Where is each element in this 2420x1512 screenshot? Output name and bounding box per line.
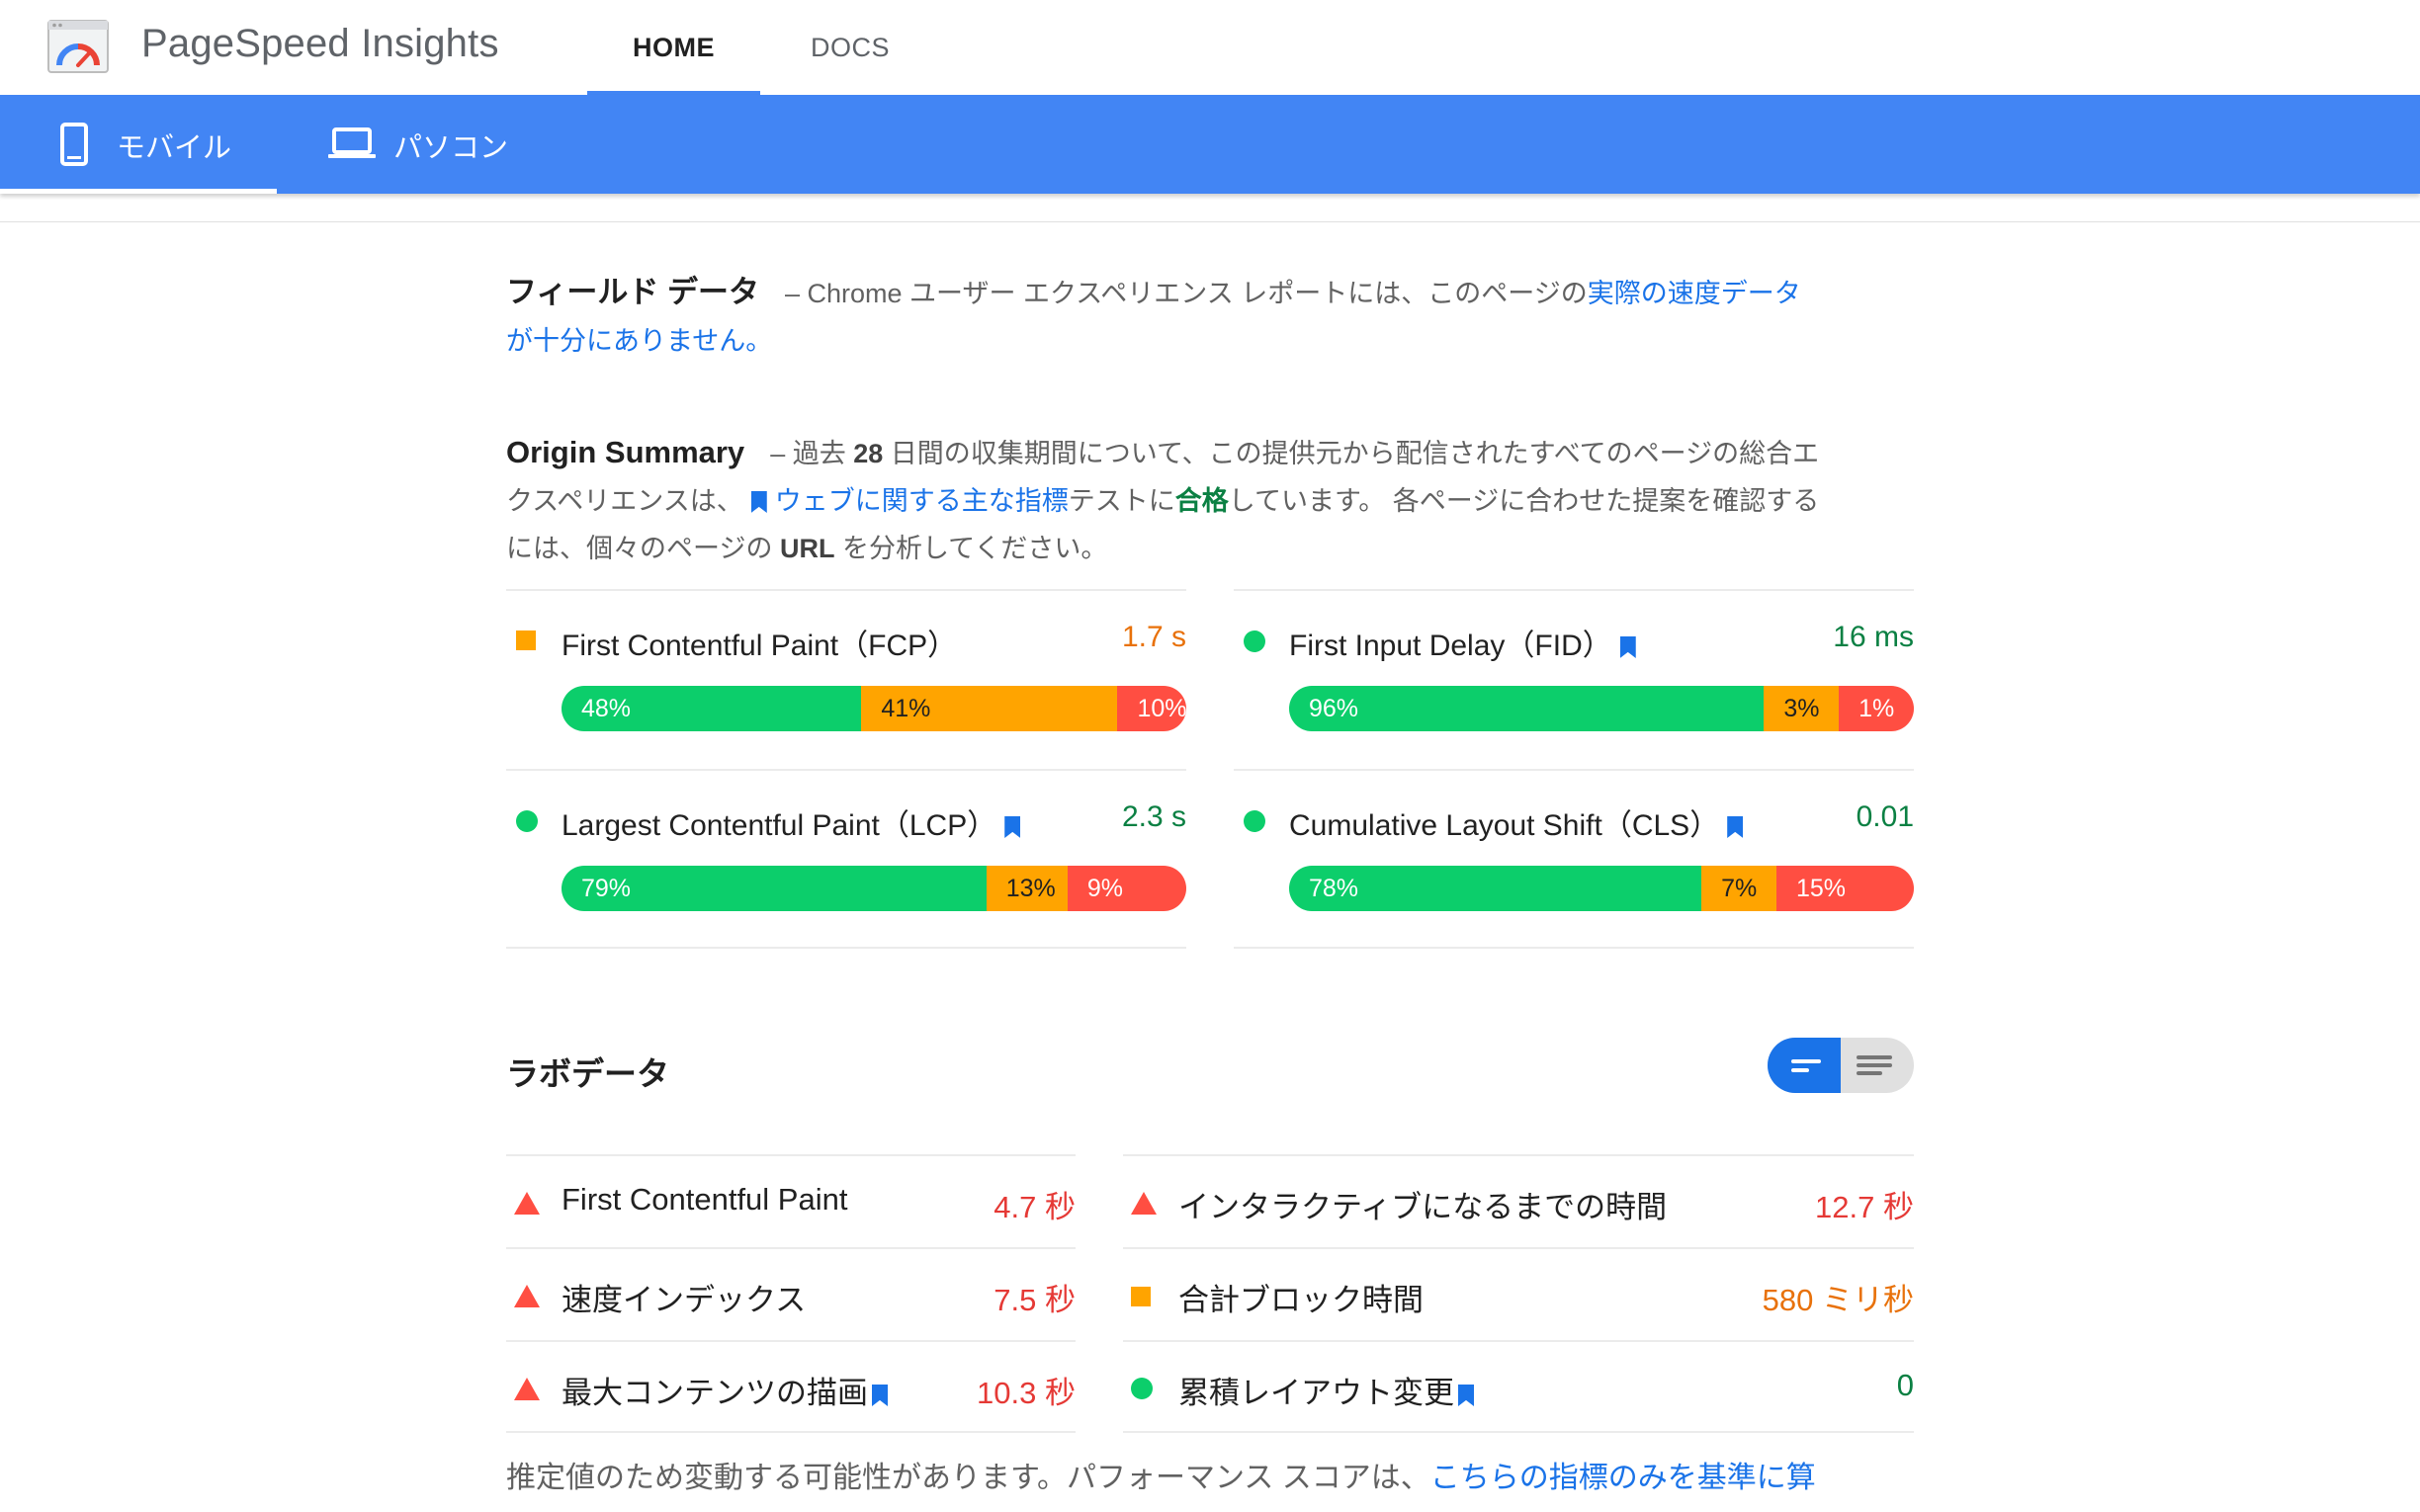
- tab-desktop[interactable]: パソコン: [306, 95, 563, 194]
- metric-name: Cumulative Layout Shift（CLS）: [1289, 800, 1751, 844]
- origin-days: 28: [853, 439, 884, 468]
- metric-lcp: Largest Contentful Paint（LCP） 2.3 s 79% …: [506, 769, 1186, 951]
- divider: [1234, 947, 1914, 949]
- metric-value: 2.3 s: [1121, 800, 1186, 833]
- lab-metric-name: 合計ブロック時間: [1178, 1283, 1424, 1317]
- bookmark-icon[interactable]: [872, 1385, 888, 1406]
- footnote-link[interactable]: こちらの指標のみを基準に算: [1430, 1462, 1816, 1494]
- segment-average: 3%: [1764, 686, 1840, 731]
- lab-metric-value: 10.3 秒: [977, 1376, 1076, 1410]
- poor-triangle-icon: [514, 1378, 540, 1400]
- metric-fid: First Input Delay（FID） 16 ms 96% 3% 1%: [1234, 589, 1914, 771]
- segment-good: 48%: [562, 686, 862, 731]
- pagespeed-logo-icon[interactable]: [47, 20, 109, 73]
- toggle-summary-view[interactable]: [1768, 1038, 1841, 1093]
- lab-metric-value: 7.5 秒: [994, 1283, 1076, 1317]
- origin-text-e: を分析してください。: [834, 534, 1108, 563]
- segment-poor: 9%: [1067, 866, 1186, 911]
- lab-metric-speed-index: 速度インデックス 7.5 秒: [506, 1247, 1076, 1340]
- segment-poor: 10%: [1117, 686, 1186, 731]
- bookmark-icon[interactable]: [1727, 816, 1744, 838]
- metric-name: Largest Contentful Paint（LCP）: [562, 800, 1028, 844]
- divider: [506, 947, 1186, 949]
- lab-metric-value: 4.7 秒: [994, 1190, 1076, 1224]
- divider: [506, 1431, 1076, 1433]
- distribution-bar: 96% 3% 1%: [1289, 686, 1914, 731]
- tab-mobile-label: モバイル: [117, 132, 232, 164]
- good-circle-icon: [1131, 1378, 1153, 1399]
- metric-cls: Cumulative Layout Shift（CLS） 0.01 78% 7%…: [1234, 769, 1914, 951]
- segment-average: 41%: [861, 686, 1118, 731]
- lab-data-heading: ラボデータ: [506, 1055, 669, 1092]
- poor-triangle-icon: [514, 1192, 540, 1215]
- segment-good: 96%: [1289, 686, 1765, 731]
- field-data-heading: フィールド データ: [506, 275, 759, 309]
- metric-value: 1.7 s: [1121, 621, 1186, 653]
- segment-good: 79%: [562, 866, 987, 911]
- origin-text-a: – 過去: [770, 439, 854, 468]
- lab-metric-tbt: 合計ブロック時間 580 ミリ秒: [1123, 1247, 1914, 1340]
- view-toggle[interactable]: [1768, 1038, 1914, 1093]
- footnote-text: 推定値のため変動する可能性があります。パフォーマンス スコアは、: [506, 1462, 1430, 1494]
- good-circle-icon: [1244, 630, 1265, 652]
- divider: [1123, 1431, 1914, 1433]
- lab-metric-name: 最大コンテンツの描画: [562, 1368, 896, 1412]
- lab-metric-name: 速度インデックス: [562, 1283, 807, 1317]
- lab-metric-value: 0: [1896, 1368, 1914, 1402]
- tab-desktop-label: パソコン: [393, 132, 509, 164]
- segment-average: 7%: [1701, 866, 1776, 911]
- origin-summary-section: Origin Summary – 過去 28 日間の収集期間について、この提供元か…: [506, 429, 1821, 572]
- average-square-icon: [516, 630, 536, 650]
- metric-name: First Contentful Paint（FCP）: [562, 630, 958, 662]
- lab-metric-cls: 累積レイアウト変更 0: [1123, 1340, 1914, 1433]
- segment-average: 13%: [986, 866, 1068, 911]
- device-tabs: モバイル パソコン: [0, 95, 2420, 194]
- good-circle-icon: [1244, 810, 1265, 832]
- distribution-bar: 48% 41% 10%: [562, 686, 1186, 731]
- laptop-icon: [328, 127, 376, 158]
- smartphone-icon: [60, 123, 88, 166]
- core-web-vitals-link[interactable]: ウェブに関する主な指標: [775, 486, 1069, 516]
- origin-summary-heading: Origin Summary: [506, 435, 745, 469]
- divider: [0, 221, 2420, 222]
- origin-text-c: テストに: [1068, 486, 1175, 516]
- field-data-text: – Chrome ユーザー エクスペリエンス レポートには、このページの: [785, 279, 1588, 308]
- poor-triangle-icon: [514, 1285, 540, 1307]
- average-square-icon: [1131, 1287, 1151, 1306]
- field-data-section: フィールド データ – Chrome ユーザー エクスペリエンス レポートには、こ…: [506, 269, 1821, 365]
- metric-fcp: First Contentful Paint（FCP） 1.7 s 48% 41…: [506, 589, 1186, 771]
- lab-metric-value: 580 ミリ秒: [1762, 1283, 1914, 1317]
- app-title[interactable]: PageSpeed Insights: [141, 22, 499, 66]
- lab-metric-tti: インタラクティブになるまでの時間 12.7 秒: [1123, 1154, 1914, 1247]
- metric-value: 16 ms: [1833, 621, 1914, 653]
- lab-metric-lcp: 最大コンテンツの描画 10.3 秒: [506, 1340, 1076, 1433]
- top-header: PageSpeed Insights HOME DOCS: [0, 0, 2420, 95]
- bookmark-icon[interactable]: [1004, 816, 1021, 838]
- lab-metric-value: 12.7 秒: [1815, 1190, 1914, 1224]
- lab-metric-name: First Contentful Paint: [562, 1182, 848, 1217]
- segment-poor: 1%: [1839, 686, 1914, 731]
- tab-mobile[interactable]: モバイル: [0, 95, 277, 194]
- good-circle-icon: [516, 810, 538, 832]
- segment-poor: 15%: [1775, 866, 1914, 911]
- distribution-bar: 78% 7% 15%: [1289, 866, 1914, 911]
- lab-metric-name: 累積レイアウト変更: [1178, 1368, 1482, 1412]
- lab-footnote: 推定値のため変動する可能性があります。パフォーマンス スコアは、こちらの指標のみ…: [506, 1453, 1914, 1496]
- tab-docs[interactable]: DOCS: [781, 0, 919, 95]
- origin-url: URL: [779, 534, 835, 563]
- distribution-bar: 79% 13% 9%: [562, 866, 1186, 911]
- lab-metric-name: インタラクティブになるまでの時間: [1178, 1190, 1668, 1224]
- poor-triangle-icon: [1131, 1192, 1157, 1215]
- tab-home[interactable]: HOME: [587, 0, 760, 95]
- bookmark-icon: [750, 491, 767, 513]
- bookmark-icon[interactable]: [1619, 636, 1636, 658]
- metric-name: First Input Delay（FID）: [1289, 621, 1644, 664]
- pass-label: 合格: [1174, 486, 1229, 516]
- segment-good: 78%: [1289, 866, 1702, 911]
- bookmark-icon[interactable]: [1458, 1385, 1474, 1406]
- metric-value: 0.01: [1856, 800, 1914, 833]
- lab-metric-fcp: First Contentful Paint 4.7 秒: [506, 1154, 1076, 1247]
